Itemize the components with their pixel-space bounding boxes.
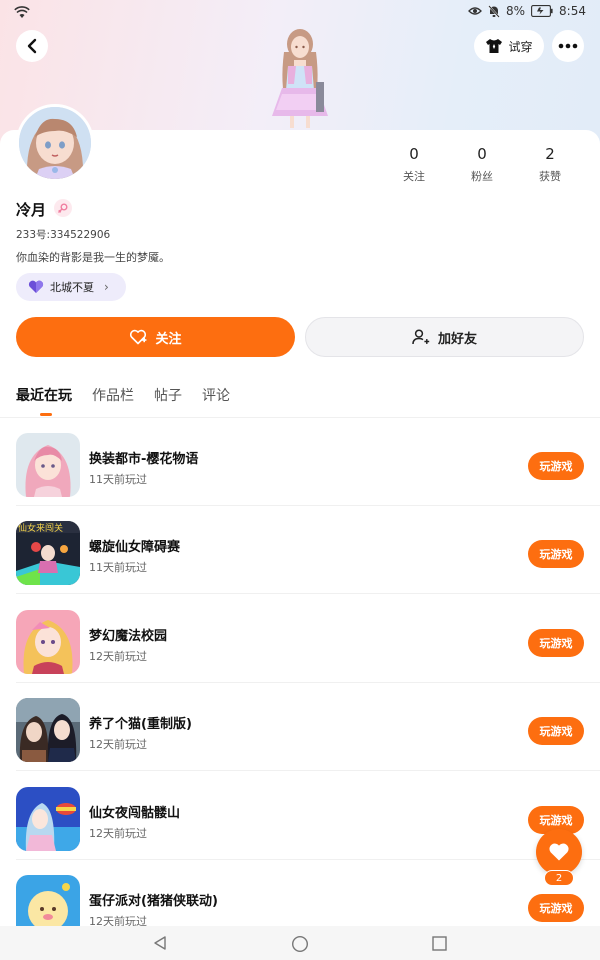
play-game-button[interactable]: 玩游戏 [528, 540, 584, 568]
battery-percent: 8% [506, 4, 526, 18]
game-title: 仙女夜闯骷髅山 [89, 806, 181, 821]
add-user-icon [412, 329, 430, 345]
stat-following-label: 关注 [403, 170, 425, 183]
guild-chip[interactable]: 北城不夏 › [16, 273, 126, 301]
game-thumbnail [16, 433, 80, 497]
list-item[interactable]: 养了个猫(重制版) 12天前玩过 玩游戏 [0, 683, 600, 771]
tab-comments[interactable]: 评论 [202, 385, 230, 405]
guild-name: 北城不夏 [50, 281, 94, 294]
row-divider [16, 593, 600, 594]
game-last-played: 12天前玩过 [89, 650, 147, 663]
stat-followers-label: 粉丝 [471, 170, 493, 183]
status-bar: 8% 8:54 [0, 0, 600, 26]
play-game-button[interactable]: 玩游戏 [528, 894, 584, 922]
more-options-button[interactable] [552, 30, 584, 62]
mute-bell-icon [488, 4, 500, 18]
nav-home-icon[interactable] [291, 935, 309, 953]
game-thumbnail: 仙女来闯关 [16, 521, 80, 585]
avatar[interactable] [16, 104, 94, 182]
like-count-badge: 2 [544, 870, 574, 886]
follow-button[interactable]: 关注 [16, 317, 295, 357]
game-thumbnail [16, 698, 80, 762]
heart-plus-icon [130, 329, 147, 345]
game-title: 螺旋仙女障碍赛 [89, 540, 181, 555]
game-last-played: 12天前玩过 [89, 827, 147, 840]
stat-following-count: 0 [409, 145, 419, 163]
nav-back-icon[interactable] [152, 935, 168, 951]
play-game-button[interactable]: 玩游戏 [528, 629, 584, 657]
more-dots-icon [558, 43, 578, 49]
game-title: 梦幻魔法校园 [89, 629, 168, 644]
add-friend-button[interactable]: 加好友 [305, 317, 584, 357]
game-thumbnail [16, 787, 80, 851]
stat-likes-label: 获赞 [539, 170, 561, 183]
profile-tabs: 最近在玩 作品栏 帖子 评论 [16, 385, 230, 405]
like-floating-button[interactable] [536, 829, 582, 875]
try-on-button[interactable]: 试穿 [474, 30, 544, 62]
active-tab-indicator [40, 413, 52, 416]
system-navigation-bar [0, 926, 600, 960]
stat-following[interactable]: 0 关注 [380, 146, 448, 184]
svg-text:仙女来闯关: 仙女来闯关 [18, 522, 63, 534]
clock: 8:54 [559, 4, 586, 18]
heart-icon [549, 843, 569, 861]
tab-works[interactable]: 作品栏 [92, 385, 134, 405]
row-divider [16, 770, 600, 771]
profile-stats: 0 关注 0 粉丝 2 获赞 [380, 146, 584, 184]
shirt-icon [486, 39, 503, 53]
list-item[interactable]: 仙女夜闯骷髅山 12天前玩过 玩游戏 [0, 772, 600, 860]
list-item[interactable]: 换装都市-樱花物语 11天前玩过 玩游戏 [0, 418, 600, 506]
play-game-button[interactable]: 玩游戏 [528, 452, 584, 480]
stat-followers-count: 0 [477, 145, 487, 163]
play-game-button[interactable]: 玩游戏 [528, 717, 584, 745]
game-thumbnail [16, 610, 80, 674]
battery-icon [531, 5, 553, 17]
add-friend-label: 加好友 [437, 331, 477, 347]
username: 冷月 [16, 201, 47, 219]
game-last-played: 12天前玩过 [89, 738, 147, 751]
try-on-label: 试穿 [508, 39, 533, 54]
chevron-left-icon [27, 38, 37, 54]
female-gender-icon [54, 199, 72, 217]
user-id: 233号:334522906 [16, 229, 111, 241]
tab-recently-played[interactable]: 最近在玩 [16, 385, 72, 405]
game-title: 换装都市-樱花物语 [89, 452, 199, 467]
list-item[interactable]: 仙女来闯关 螺旋仙女障碍赛 11天前玩过 玩游戏 [0, 506, 600, 594]
eye-icon [468, 7, 482, 15]
heart-badge-icon [28, 280, 44, 293]
stat-followers[interactable]: 0 粉丝 [448, 146, 516, 184]
wifi-icon [14, 6, 30, 18]
tab-posts[interactable]: 帖子 [154, 385, 182, 405]
game-last-played: 11天前玩过 [89, 561, 147, 574]
game-last-played: 11天前玩过 [89, 473, 147, 486]
chevron-right-icon: › [104, 280, 109, 294]
user-bio: 你血染的背影是我一生的梦魇。 [16, 251, 170, 264]
stat-likes-count: 2 [545, 145, 555, 163]
avatar-figure-image [258, 24, 342, 130]
follow-label: 关注 [155, 331, 182, 347]
nav-recent-apps-icon[interactable] [432, 936, 447, 951]
list-item[interactable]: 梦幻魔法校园 12天前玩过 玩游戏 [0, 595, 600, 683]
game-title: 蛋仔派对(猪猪侠联动) [89, 894, 218, 909]
stat-likes[interactable]: 2 获赞 [516, 146, 584, 184]
back-button[interactable] [16, 30, 48, 62]
game-title: 养了个猫(重制版) [89, 717, 192, 732]
